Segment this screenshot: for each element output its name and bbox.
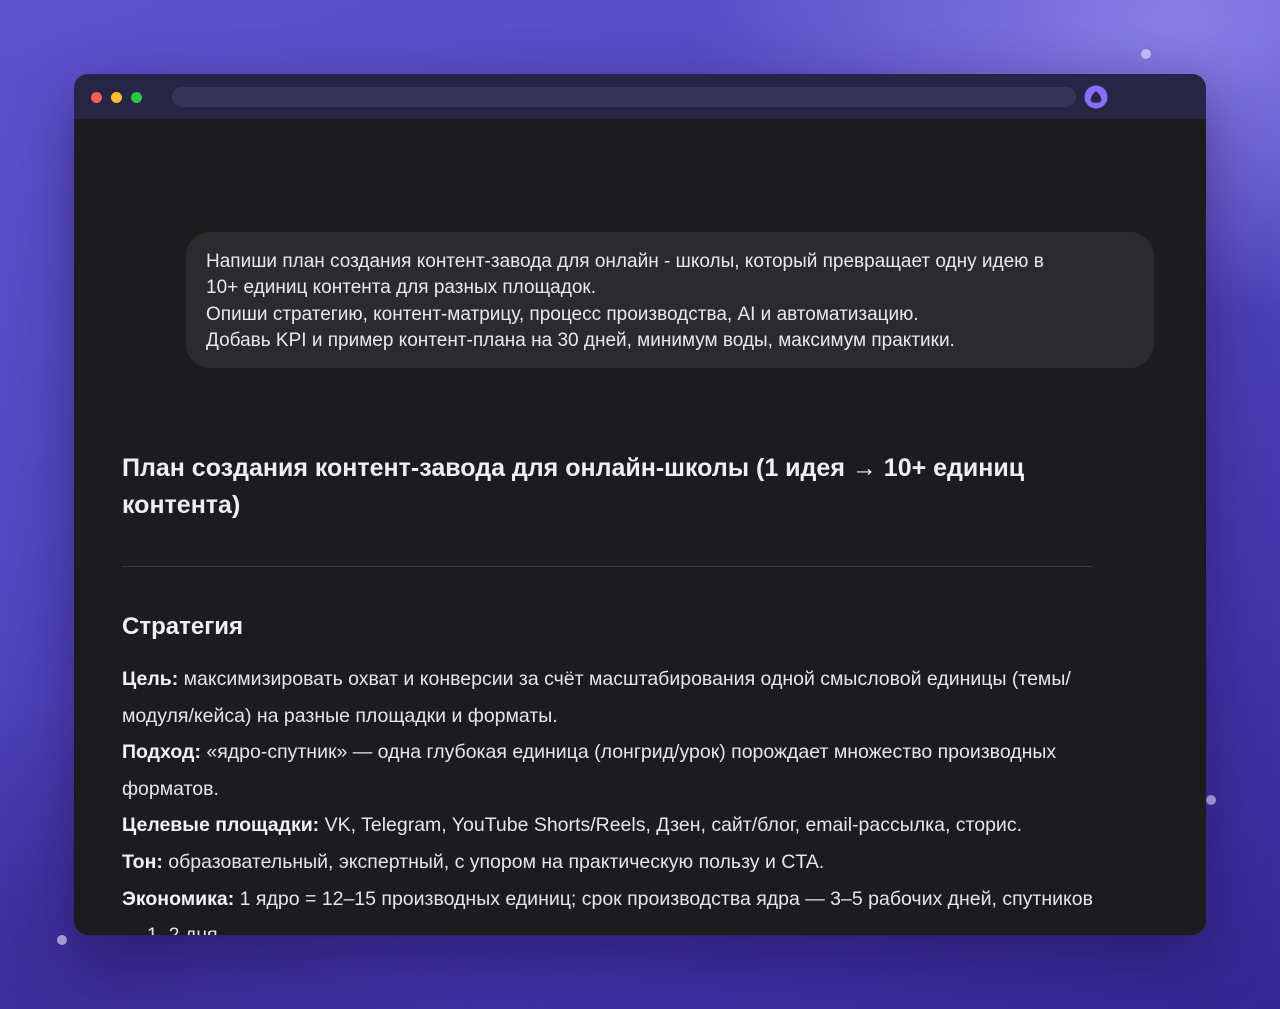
user-message-line: 10+ единиц контента для разных площадок. — [206, 277, 596, 299]
item-label: Цель: — [122, 668, 179, 690]
item-text: максимизировать охват и конверсии за счё… — [122, 668, 1071, 727]
close-window-button[interactable] — [91, 92, 102, 103]
decorative-dot — [1141, 49, 1151, 59]
title-bar — [74, 74, 1206, 119]
item-text: 1 ядро = 12–15 производных единиц; срок … — [122, 887, 1093, 935]
user-message-line: Добавь KPI и пример контент-плана на 30 … — [206, 329, 955, 351]
strategy-item-economics: Экономика: 1 ядро = 12–15 производных ед… — [122, 881, 1112, 935]
item-label: Тон: — [122, 850, 163, 873]
item-text: образовательный, экспертный, с упором на… — [162, 850, 825, 873]
alice-icon[interactable] — [1083, 84, 1109, 110]
item-text: «ядро-спутник» — одна глубокая единица (… — [122, 741, 1057, 800]
strategy-item-platforms: Целевые площадки: VK, Telegram, YouTube … — [122, 807, 1112, 844]
item-label: Целевые площадки: — [122, 814, 320, 837]
user-message-bubble: Напиши план создания контент-завода для … — [186, 232, 1154, 368]
decorative-dot — [1206, 795, 1216, 805]
strategy-item-approach: Подход: «ядро-спутник» — одна глубокая е… — [122, 734, 1112, 807]
item-label: Экономика: — [122, 887, 235, 910]
minimize-window-button[interactable] — [111, 92, 122, 103]
item-label: Подход: — [122, 741, 201, 764]
user-message-line: Напиши план создания контент-завода для … — [206, 251, 1044, 272]
user-message-line: Опиши стратегию, контент-матрицу, процес… — [206, 303, 919, 325]
section-title: Стратегия — [122, 613, 243, 640]
maximize-window-button[interactable] — [131, 92, 142, 103]
browser-window: Напиши план создания контент-завода для … — [74, 74, 1206, 935]
divider — [122, 566, 1092, 567]
response-title: План создания контент-завода для онлайн-… — [122, 454, 1025, 519]
address-bar[interactable] — [172, 87, 1076, 107]
strategy-list: Цель: максимизировать охват и конверсии … — [122, 661, 1112, 935]
item-text: VK, Telegram, YouTube Shorts/Reels, Дзен… — [319, 814, 1022, 837]
decorative-dot — [57, 935, 67, 945]
strategy-item-tone: Тон: образовательный, экспертный, с упор… — [122, 844, 1112, 881]
strategy-item-goal: Цель: максимизировать охват и конверсии … — [122, 661, 1112, 734]
